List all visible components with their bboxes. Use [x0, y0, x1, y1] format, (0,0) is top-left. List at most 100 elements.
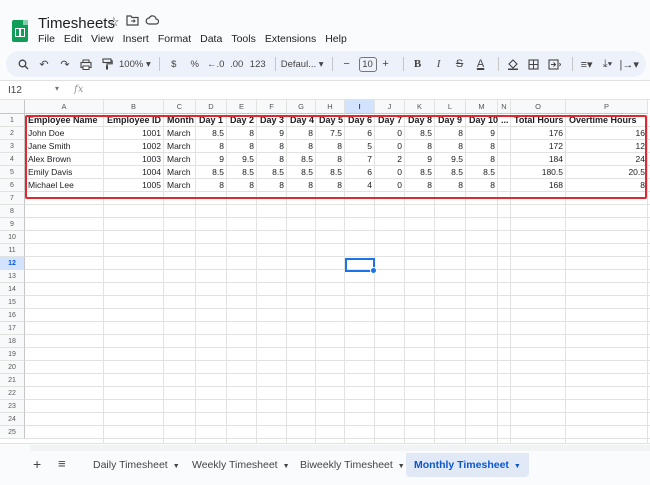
header-cell-overtime-hours[interactable]: Overtime Hours	[566, 114, 648, 127]
row-header-15[interactable]: 15	[0, 296, 25, 309]
header-cell-day-4[interactable]: Day 4	[287, 114, 316, 127]
tab-dropdown-icon[interactable]: ▼	[398, 463, 405, 470]
print-icon[interactable]	[77, 54, 95, 74]
row-header-25[interactable]: 25	[0, 426, 25, 439]
cell-day-9[interactable]: 9.5	[435, 153, 466, 166]
row-header-9[interactable]: 9	[0, 218, 25, 231]
cell-overtime-hours[interactable]: 8	[566, 179, 648, 192]
menu-view[interactable]: View	[91, 33, 114, 45]
move-folder-icon[interactable]	[126, 14, 139, 30]
cell-month[interactable]: March	[164, 140, 196, 153]
cell-day-8[interactable]: 8.5	[405, 127, 435, 140]
column-header-g[interactable]: G	[287, 100, 316, 114]
cell-day-5[interactable]: 7.5	[316, 127, 345, 140]
column-header-f[interactable]: F	[257, 100, 287, 114]
column-header-e[interactable]: E	[227, 100, 257, 114]
cell-employee-name[interactable]: John Doe	[25, 127, 104, 140]
header-cell-day-5[interactable]: Day 5	[316, 114, 345, 127]
cell-day-10[interactable]: 9	[466, 127, 498, 140]
vertical-align-icon[interactable]: ⤓▾	[599, 54, 617, 74]
header-cell-day-2[interactable]: Day 2	[227, 114, 257, 127]
cell-employee-name[interactable]: Alex Brown	[25, 153, 104, 166]
column-header-k[interactable]: K	[405, 100, 435, 114]
name-box[interactable]: I12	[8, 85, 22, 96]
cell-day-10[interactable]: 8	[466, 153, 498, 166]
row-header-14[interactable]: 14	[0, 283, 25, 296]
cell-total-hours[interactable]: 172	[511, 140, 566, 153]
cell-day-1[interactable]: 8	[196, 179, 227, 192]
cell-day-3[interactable]: 8	[257, 179, 287, 192]
menu-extensions[interactable]: Extensions	[265, 33, 316, 45]
header-cell-day-1[interactable]: Day 1	[196, 114, 227, 127]
strikethrough-icon[interactable]: S	[451, 54, 469, 74]
cell-day-7[interactable]: 0	[375, 127, 405, 140]
add-sheet-icon[interactable]: +	[33, 456, 41, 472]
row-header-8[interactable]: 8	[0, 205, 25, 218]
menu-help[interactable]: Help	[325, 33, 347, 45]
horizontal-align-icon[interactable]: ≡▾	[578, 54, 596, 74]
redo-icon[interactable]: ↷	[56, 54, 74, 74]
cell-day-5[interactable]: 8	[316, 153, 345, 166]
cell-day-4[interactable]: 8	[287, 179, 316, 192]
cell-employee-id[interactable]: 1004	[104, 166, 164, 179]
menu-data[interactable]: Data	[200, 33, 222, 45]
star-icon[interactable]: ☆	[108, 14, 120, 30]
cell-total-hours[interactable]: 180.5	[511, 166, 566, 179]
header-cell-day-8[interactable]: Day 8	[405, 114, 435, 127]
italic-icon[interactable]: I	[430, 54, 448, 74]
row-header-6[interactable]: 6	[0, 179, 25, 192]
currency-format-button[interactable]: $	[165, 54, 183, 74]
search-menus-icon[interactable]	[14, 54, 32, 74]
menu-tools[interactable]: Tools	[231, 33, 256, 45]
cell-more-days[interactable]	[498, 140, 511, 153]
row-header-1[interactable]: 1	[0, 114, 25, 127]
menu-insert[interactable]: Insert	[123, 33, 149, 45]
document-title[interactable]: Timesheets	[38, 15, 115, 32]
header-cell-day-9[interactable]: Day 9	[435, 114, 466, 127]
row-header-11[interactable]: 11	[0, 244, 25, 257]
header-cell-employee-name[interactable]: Employee Name	[25, 114, 104, 127]
header-cell-day-7[interactable]: Day 7	[375, 114, 405, 127]
row-header-5[interactable]: 5	[0, 166, 25, 179]
cell-month[interactable]: March	[164, 127, 196, 140]
cell-day-6[interactable]: 6	[345, 166, 375, 179]
cell-employee-id[interactable]: 1002	[104, 140, 164, 153]
cell-more-days[interactable]	[498, 166, 511, 179]
cell-total-hours[interactable]: 184	[511, 153, 566, 166]
row-header-13[interactable]: 13	[0, 270, 25, 283]
cell-day-2[interactable]: 8	[227, 140, 257, 153]
row-header-20[interactable]: 20	[0, 361, 25, 374]
cell-day-8[interactable]: 9	[405, 153, 435, 166]
zoom-select[interactable]: 100% ▾	[119, 54, 151, 74]
cell-employee-id[interactable]: 1001	[104, 127, 164, 140]
header-cell-more-days[interactable]: ...	[498, 114, 511, 127]
cell-day-9[interactable]: 8	[435, 179, 466, 192]
column-header-o[interactable]: O	[511, 100, 566, 114]
cell-day-10[interactable]: 8	[466, 140, 498, 153]
cell-more-days[interactable]	[498, 127, 511, 140]
formula-input[interactable]	[95, 84, 635, 98]
cell-day-4[interactable]: 8	[287, 140, 316, 153]
tab-weekly-timesheet[interactable]: Weekly Timesheet ▼	[184, 453, 298, 477]
cell-day-8[interactable]: 8.5	[405, 166, 435, 179]
row-header-10[interactable]: 10	[0, 231, 25, 244]
menu-format[interactable]: Format	[158, 33, 191, 45]
cell-month[interactable]: March	[164, 166, 196, 179]
cell-day-9[interactable]: 8	[435, 127, 466, 140]
column-header-h[interactable]: H	[316, 100, 345, 114]
row-header-3[interactable]: 3	[0, 140, 25, 153]
cell-day-7[interactable]: 2	[375, 153, 405, 166]
column-header-l[interactable]: L	[435, 100, 466, 114]
bold-icon[interactable]: B	[409, 54, 427, 74]
text-color-icon[interactable]: A	[472, 54, 490, 74]
tab-daily-timesheet[interactable]: Daily Timesheet ▼	[85, 453, 188, 477]
cell-employee-name[interactable]: Michael Lee	[25, 179, 104, 192]
tab-dropdown-icon[interactable]: ▼	[514, 463, 521, 470]
header-cell-day-10[interactable]: Day 10	[466, 114, 498, 127]
cell-day-4[interactable]: 8	[287, 127, 316, 140]
merge-cells-icon[interactable]	[546, 54, 564, 74]
cell-month[interactable]: March	[164, 179, 196, 192]
cell-employee-id[interactable]: 1005	[104, 179, 164, 192]
cell-day-1[interactable]: 8.5	[196, 166, 227, 179]
cell-day-9[interactable]: 8.5	[435, 166, 466, 179]
